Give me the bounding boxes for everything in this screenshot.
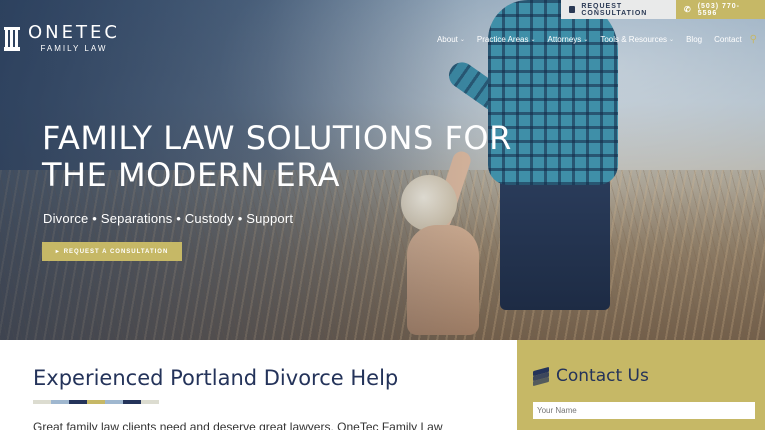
main-nav: About ⌄ Practice Areas ⌄ Attorneys ⌄ Too…: [431, 34, 757, 45]
divider-segment: [33, 400, 51, 404]
nav-label: Practice Areas: [476, 35, 529, 44]
divider-segment: [105, 400, 123, 404]
divider-segment: [51, 400, 69, 404]
site-logo[interactable]: ONETEC FAMILY LAW: [4, 24, 120, 53]
phone-number: (503) 770-5596: [697, 2, 740, 17]
contact-panel: Contact Us: [517, 340, 765, 430]
pillar-icon: [4, 26, 20, 51]
nav-item-tools-resources[interactable]: Tools & Resources ⌄: [594, 35, 680, 44]
nav-label: Tools & Resources: [600, 35, 668, 44]
request-consultation-label: REQUEST CONSULTATION: [581, 2, 648, 17]
nav-label: Blog: [686, 35, 703, 44]
layers-icon: [533, 366, 549, 386]
nav-item-about[interactable]: About ⌄: [431, 35, 471, 44]
logo-sub: FAMILY LAW: [40, 44, 108, 53]
phone-icon: ✆: [684, 5, 692, 14]
chevron-down-icon: ⌄: [583, 37, 589, 43]
section-heading: Experienced Portland Divorce Help: [33, 366, 399, 390]
intro-text: Great family law clients need and deserv…: [33, 420, 443, 430]
hero-banner: ONETEC FAMILY LAW REQUEST CONSULTATION ✆…: [0, 0, 765, 340]
nav-label: Attorneys: [547, 35, 582, 44]
chat-icon: [569, 6, 576, 13]
search-icon[interactable]: ⚲: [750, 34, 757, 45]
divider-segment: [69, 400, 87, 404]
page: ONETEC FAMILY LAW REQUEST CONSULTATION ✆…: [0, 0, 765, 430]
hero-title: FAMILY LAW SOLUTIONS FOR THE MODERN ERA: [42, 119, 512, 194]
phone-link[interactable]: ✆ (503) 770-5596: [676, 0, 765, 19]
logo-text: ONETEC FAMILY LAW: [28, 22, 120, 54]
chevron-down-icon: ⌄: [669, 37, 675, 43]
hero-tagline: Divorce • Separations • Custody • Suppor…: [43, 211, 294, 226]
request-consultation-button[interactable]: ▸ REQUEST A CONSULTATION: [42, 242, 182, 261]
main-content: Experienced Portland Divorce Help Great …: [0, 340, 517, 430]
divider-segment: [123, 400, 141, 404]
nav-item-contact[interactable]: Contact: [708, 35, 748, 44]
contact-title: Contact Us: [533, 366, 649, 386]
divider-segment: [87, 400, 105, 404]
heading-divider: [33, 400, 159, 404]
chevron-down-icon: ⌄: [459, 37, 465, 43]
caret-right-icon: ▸: [55, 249, 60, 255]
contact-title-label: Contact Us: [556, 366, 649, 386]
nav-item-blog[interactable]: Blog: [680, 35, 708, 44]
logo-name: ONETEC: [28, 22, 120, 43]
nav-label: About: [436, 35, 458, 44]
request-consultation-link[interactable]: REQUEST CONSULTATION: [561, 0, 676, 19]
nav-label: Contact: [714, 35, 742, 44]
divider-segment: [141, 400, 159, 404]
nav-item-practice-areas[interactable]: Practice Areas ⌄: [471, 35, 542, 44]
your-name-input[interactable]: [533, 402, 755, 419]
top-bar: REQUEST CONSULTATION ✆ (503) 770-5596: [561, 0, 765, 19]
cta-label: REQUEST A CONSULTATION: [63, 248, 169, 255]
nav-item-attorneys[interactable]: Attorneys ⌄: [542, 35, 595, 44]
chevron-down-icon: ⌄: [530, 37, 536, 43]
